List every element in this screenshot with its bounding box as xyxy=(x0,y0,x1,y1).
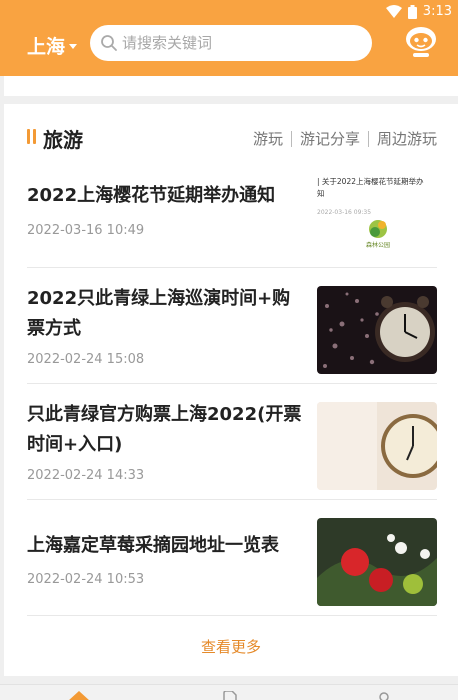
search-icon xyxy=(101,35,117,51)
top-header: 上海 xyxy=(0,24,458,76)
article-date: 2022-02-24 10:53 xyxy=(27,572,145,587)
divider xyxy=(367,130,369,147)
article-item[interactable]: 2022只此青绿上海巡演时间+购票方式 2022-02-24 15:08 xyxy=(27,268,437,384)
article-date: 2022-02-24 14:33 xyxy=(27,468,145,483)
city-label: 上海 xyxy=(27,36,66,58)
document-icon[interactable] xyxy=(222,691,238,700)
status-icons: 3:13 xyxy=(385,4,452,19)
status-bar: 3:13 xyxy=(0,0,458,24)
article-item[interactable]: 上海嘉定草莓采摘园地址一览表 2022-02-24 10:53 xyxy=(27,500,437,616)
article-date: 2022-03-16 10:49 xyxy=(27,223,145,238)
article-thumbnail: | 关于2022上海樱花节延期举办 知 2022-03-16 09:35 森林公… xyxy=(317,172,437,260)
top-strip xyxy=(4,76,458,96)
home-icon[interactable] xyxy=(68,691,90,700)
article-date: 2022-02-24 15:08 xyxy=(27,352,145,367)
thumb-text: | 关于2022上海樱花节延期举办 xyxy=(317,176,424,186)
article-item[interactable]: 只此青绿官方购票上海2022(开票时间+入口) 2022-02-24 14:33 xyxy=(27,384,437,500)
thumb-text: 知 xyxy=(317,188,325,198)
article-title: 2022只此青绿上海巡演时间+购票方式 xyxy=(27,288,291,339)
section-links: 游玩 游记分享 周边游玩 xyxy=(253,128,437,149)
section-title: 旅游 xyxy=(43,128,83,152)
article-title: 上海嘉定草莓采摘园地址一览表 xyxy=(27,535,279,556)
article-thumbnail xyxy=(317,402,437,490)
search-input[interactable] xyxy=(122,34,352,52)
battery-icon xyxy=(407,4,417,19)
article-title: 2022上海樱花节延期举办通知 xyxy=(27,185,276,206)
mascot-icon[interactable] xyxy=(404,24,438,62)
search-box[interactable] xyxy=(90,25,372,61)
caret-down-icon xyxy=(69,44,78,49)
profile-icon[interactable] xyxy=(377,691,391,700)
article-thumbnail xyxy=(317,518,437,606)
thumb-date: 2022-03-16 09:35 xyxy=(317,209,371,216)
status-time: 3:13 xyxy=(422,4,452,19)
section-marker xyxy=(27,129,36,144)
article-thumbnail xyxy=(317,286,437,374)
article-title: 只此青绿官方购票上海2022(开票时间+入口) xyxy=(27,404,302,455)
link-nearby[interactable]: 周边游玩 xyxy=(377,128,437,149)
thumb-logo: 森林公园 xyxy=(366,241,390,249)
link-travel-notes[interactable]: 游记分享 xyxy=(300,128,360,149)
divider xyxy=(290,130,292,147)
link-play[interactable]: 游玩 xyxy=(253,128,283,149)
city-selector[interactable]: 上海 xyxy=(27,32,78,59)
wifi-icon xyxy=(385,5,402,18)
article-item[interactable]: 2022上海樱花节延期举办通知 2022-03-16 10:49 | 关于202… xyxy=(27,168,437,268)
travel-section: 旅游 游玩 游记分享 周边游玩 2022上海樱花节延期举办通知 2022-03-… xyxy=(4,104,458,676)
view-more-link[interactable]: 查看更多 xyxy=(4,636,458,657)
bottom-tab-bar xyxy=(0,684,458,700)
